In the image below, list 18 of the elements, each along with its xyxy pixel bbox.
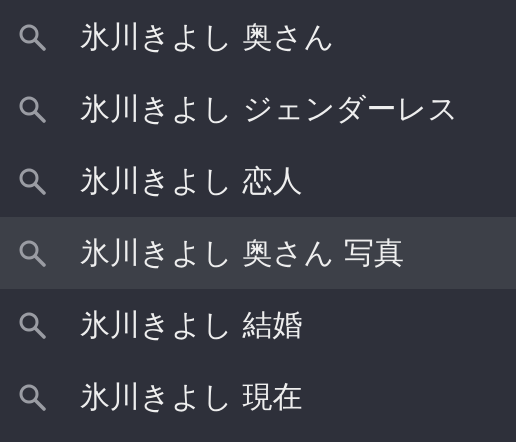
search-icon [18,311,46,339]
search-icon [18,239,46,267]
suggestion-text: 氷川きよし 現在 [80,378,303,416]
suggestion-item[interactable]: 氷川きよし 奥さん 写真 [0,217,516,289]
suggestion-text: 氷川きよし 奥さん 写真 [80,234,404,272]
suggestion-text: 氷川きよし 結婚 [80,306,303,344]
search-icon [18,383,46,411]
suggestion-item[interactable]: 氷川きよし 現在 [0,361,516,433]
suggestion-item[interactable]: 氷川きよし 結婚 [0,289,516,361]
suggestion-item[interactable]: 氷川きよし 恋人 [0,145,516,217]
search-icon [18,95,46,123]
suggestion-text: 氷川きよし 恋人 [80,162,303,200]
suggestion-text: 氷川きよし 奥さん [80,18,335,56]
search-icon [18,23,46,51]
search-icon [18,167,46,195]
suggestion-item[interactable]: 氷川きよし 奥さん [0,1,516,73]
suggestion-text: 氷川きよし ジェンダーレス [80,90,459,128]
suggestion-item[interactable]: 氷川きよし ジェンダーレス [0,73,516,145]
